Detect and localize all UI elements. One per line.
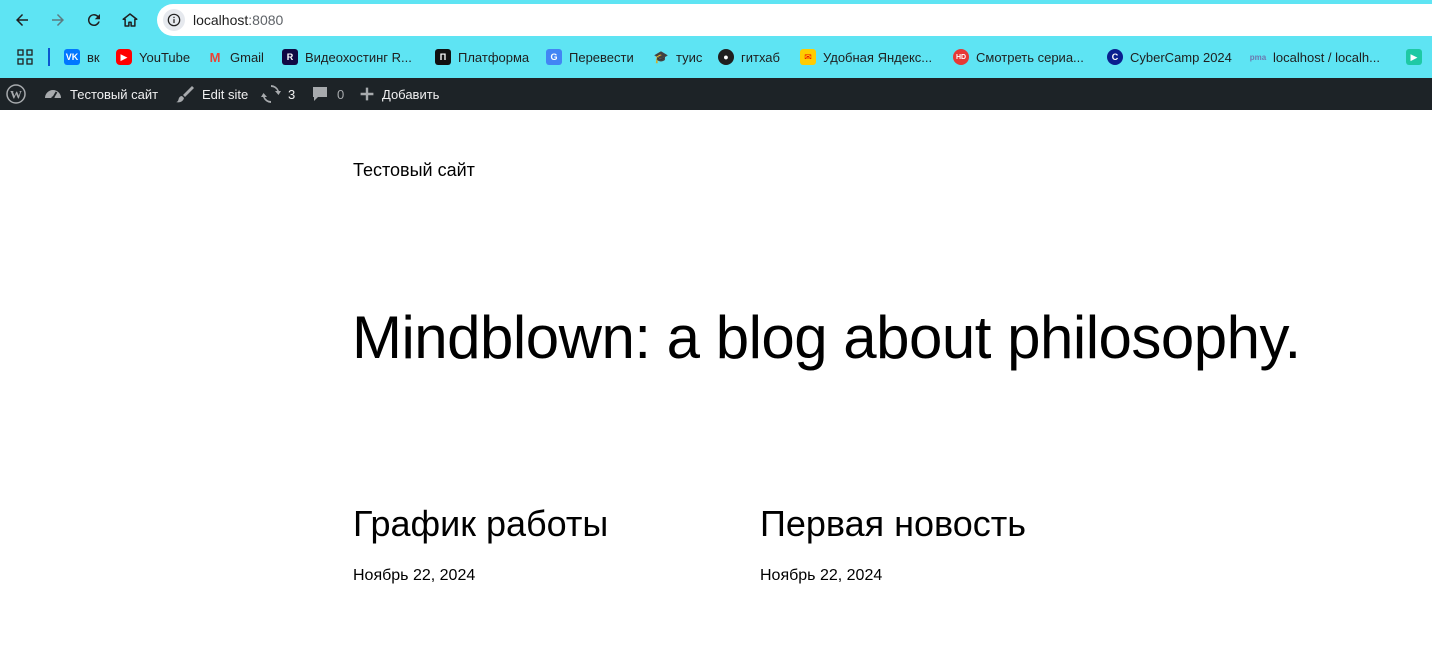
bookmark-vk[interactable]: VK вк bbox=[64, 47, 100, 67]
bookmarks-separator bbox=[48, 48, 50, 66]
site-info-icon[interactable] bbox=[163, 9, 185, 31]
site-title[interactable]: Тестовый сайт bbox=[353, 160, 475, 181]
home-icon bbox=[122, 13, 138, 27]
bookmark-phpmyadmin[interactable]: pma localhost / localh... bbox=[1250, 47, 1380, 67]
bookmark-label: Перевести bbox=[569, 49, 634, 65]
bookmark-label: YouTube bbox=[139, 49, 191, 65]
post-title-link[interactable]: Первая новость bbox=[760, 503, 1026, 545]
bookmark-label: Удобная Яндекс... bbox=[823, 49, 933, 65]
post-title-link[interactable]: График работы bbox=[353, 503, 608, 545]
cybercamp-icon: C bbox=[1107, 49, 1123, 65]
comments-count: 0 bbox=[337, 86, 345, 102]
vk-icon: VK bbox=[64, 49, 80, 65]
bookmark-github[interactable]: ● гитхаб bbox=[718, 47, 780, 67]
bookmark-label: localhost / localh... bbox=[1273, 49, 1380, 65]
bookmarks-bar: VK вк ▶ YouTube M Gmail R Видеохостинг R… bbox=[0, 44, 1432, 70]
wp-logo-menu[interactable]: W bbox=[6, 78, 26, 110]
site-name-menu[interactable]: Тестовый сайт bbox=[43, 78, 158, 110]
yandex-mail-icon: ✉ bbox=[800, 49, 816, 65]
tuis-icon: 🎓 bbox=[653, 50, 669, 64]
bookmark-label: туис bbox=[676, 49, 703, 65]
post-card: Первая новость Ноябрь 22, 2024 bbox=[760, 503, 1026, 585]
back-button[interactable] bbox=[9, 7, 35, 33]
bookmark-cybercamp[interactable]: C CyberCamp 2024 bbox=[1107, 47, 1232, 67]
updates-icon bbox=[261, 85, 281, 103]
bookmark-tuis[interactable]: 🎓 туис bbox=[653, 47, 703, 67]
bookmark-gmail[interactable]: M Gmail bbox=[207, 47, 264, 67]
reload-button[interactable] bbox=[81, 7, 107, 33]
translate-icon: G bbox=[546, 49, 562, 65]
bookmark-label: CyberCamp 2024 bbox=[1130, 49, 1232, 65]
reload-icon bbox=[87, 14, 100, 27]
url-text[interactable]: localhost:8080 bbox=[193, 12, 283, 28]
hd-icon: HD bbox=[953, 49, 969, 65]
youtube-icon: ▶ bbox=[116, 49, 132, 65]
bookmark-rutube[interactable]: R Видеохостинг R... bbox=[282, 47, 412, 67]
bookmark-label: Gmail bbox=[230, 49, 264, 65]
rutube-icon: R bbox=[282, 49, 298, 65]
bookmark-label: вк bbox=[87, 49, 100, 65]
edit-site-label: Edit site bbox=[202, 86, 249, 102]
arrow-left-icon bbox=[16, 14, 28, 26]
dashboard-icon bbox=[45, 90, 61, 100]
home-button[interactable] bbox=[117, 7, 143, 33]
wp-admin-bar: W Тестовый сайт Edit site 3 0 Добавить bbox=[0, 78, 1432, 110]
comment-icon bbox=[313, 87, 327, 101]
phpmyadmin-icon: pma bbox=[1249, 52, 1267, 62]
bookmark-label: Смотреть сериа... bbox=[976, 49, 1084, 65]
platform-icon: П bbox=[435, 49, 451, 65]
post-date: Ноябрь 22, 2024 bbox=[760, 567, 883, 584]
apps-grid-icon[interactable] bbox=[17, 49, 33, 65]
wordpress-icon: W bbox=[6, 84, 26, 104]
post-date: Ноябрь 22, 2024 bbox=[353, 567, 476, 584]
site-name-label: Тестовый сайт bbox=[70, 86, 159, 102]
updates-count: 3 bbox=[288, 86, 296, 102]
updates-link[interactable]: 3 bbox=[261, 78, 295, 110]
bookmark-platform[interactable]: П Платформа bbox=[435, 47, 529, 67]
edit-site-link[interactable]: Edit site bbox=[175, 78, 248, 110]
plus-icon bbox=[360, 87, 374, 101]
bookmark-youtube[interactable]: ▶ YouTube bbox=[116, 47, 190, 67]
bookmark-overflow[interactable]: ▶ bbox=[1406, 47, 1422, 67]
bookmark-label: Платформа bbox=[458, 49, 530, 65]
page-heading: Mindblown: a blog about philosophy. bbox=[352, 304, 1301, 371]
bookmark-yandex-mail[interactable]: ✉ Удобная Яндекс... bbox=[800, 47, 932, 67]
add-new-menu[interactable]: Добавить bbox=[359, 78, 439, 110]
add-new-label: Добавить bbox=[382, 86, 440, 102]
svg-text:W: W bbox=[10, 88, 22, 102]
bookmark-translate[interactable]: G Перевести bbox=[546, 47, 634, 67]
comments-link[interactable]: 0 bbox=[310, 78, 344, 110]
play-icon: ▶ bbox=[1406, 49, 1422, 65]
forward-button[interactable] bbox=[45, 7, 71, 33]
gmail-icon: M bbox=[209, 49, 221, 65]
arrow-right-icon bbox=[52, 14, 64, 26]
url-port: :8080 bbox=[248, 12, 284, 28]
bookmark-series[interactable]: HD Смотреть сериа... bbox=[953, 47, 1084, 67]
post-card: График работы Ноябрь 22, 2024 bbox=[353, 503, 608, 585]
browser-chrome: localhost:8080 VK вк ▶ YouTube M Gmail R… bbox=[0, 0, 1432, 78]
url-host: localhost bbox=[193, 12, 249, 28]
address-bar[interactable]: localhost:8080 bbox=[157, 4, 1432, 36]
bookmark-label: гитхаб bbox=[741, 49, 780, 65]
github-icon: ● bbox=[718, 49, 734, 65]
bookmark-label: Видеохостинг R... bbox=[305, 49, 412, 65]
brush-icon bbox=[176, 86, 194, 103]
